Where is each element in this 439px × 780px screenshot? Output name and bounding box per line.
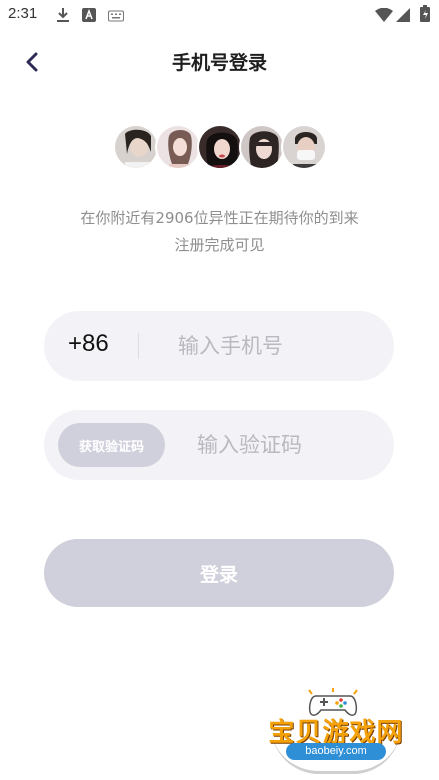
phone-input-container: +86 (44, 311, 394, 381)
avatar (197, 124, 243, 170)
nearby-hint-line1: 在你附近有2906位异性正在期待你的到来 (80, 209, 359, 227)
watermark-url: baobeiy.com (286, 743, 386, 760)
avatar-group (113, 124, 327, 172)
wifi-icon (375, 7, 393, 26)
keyboard-icon (108, 7, 124, 26)
download-icon (56, 7, 70, 27)
code-input-container: 获取验证码 (44, 410, 394, 480)
divider (138, 333, 139, 359)
get-code-button[interactable]: 获取验证码 (58, 423, 165, 467)
a-badge-icon (82, 7, 96, 26)
status-time: 2:31 (8, 5, 38, 22)
country-code[interactable]: +86 (68, 330, 109, 358)
avatar (113, 124, 159, 170)
signal-icon (396, 7, 410, 26)
battery-icon (420, 5, 430, 26)
login-button[interactable]: 登录 (44, 539, 394, 607)
nearby-hint: 在你附近有2906位异性正在期待你的到来 注册完成可见 (0, 205, 439, 259)
avatar (155, 124, 201, 170)
verification-code-input[interactable] (197, 428, 377, 462)
watermark-logo: 宝贝游戏网 baobeiy.com (256, 686, 416, 776)
status-bar: 2:31 (0, 0, 439, 30)
avatar (281, 124, 327, 170)
phone-input[interactable] (178, 329, 378, 363)
nearby-hint-line2: 注册完成可见 (174, 236, 265, 254)
avatar (239, 124, 285, 170)
page-title: 手机号登录 (171, 52, 267, 74)
